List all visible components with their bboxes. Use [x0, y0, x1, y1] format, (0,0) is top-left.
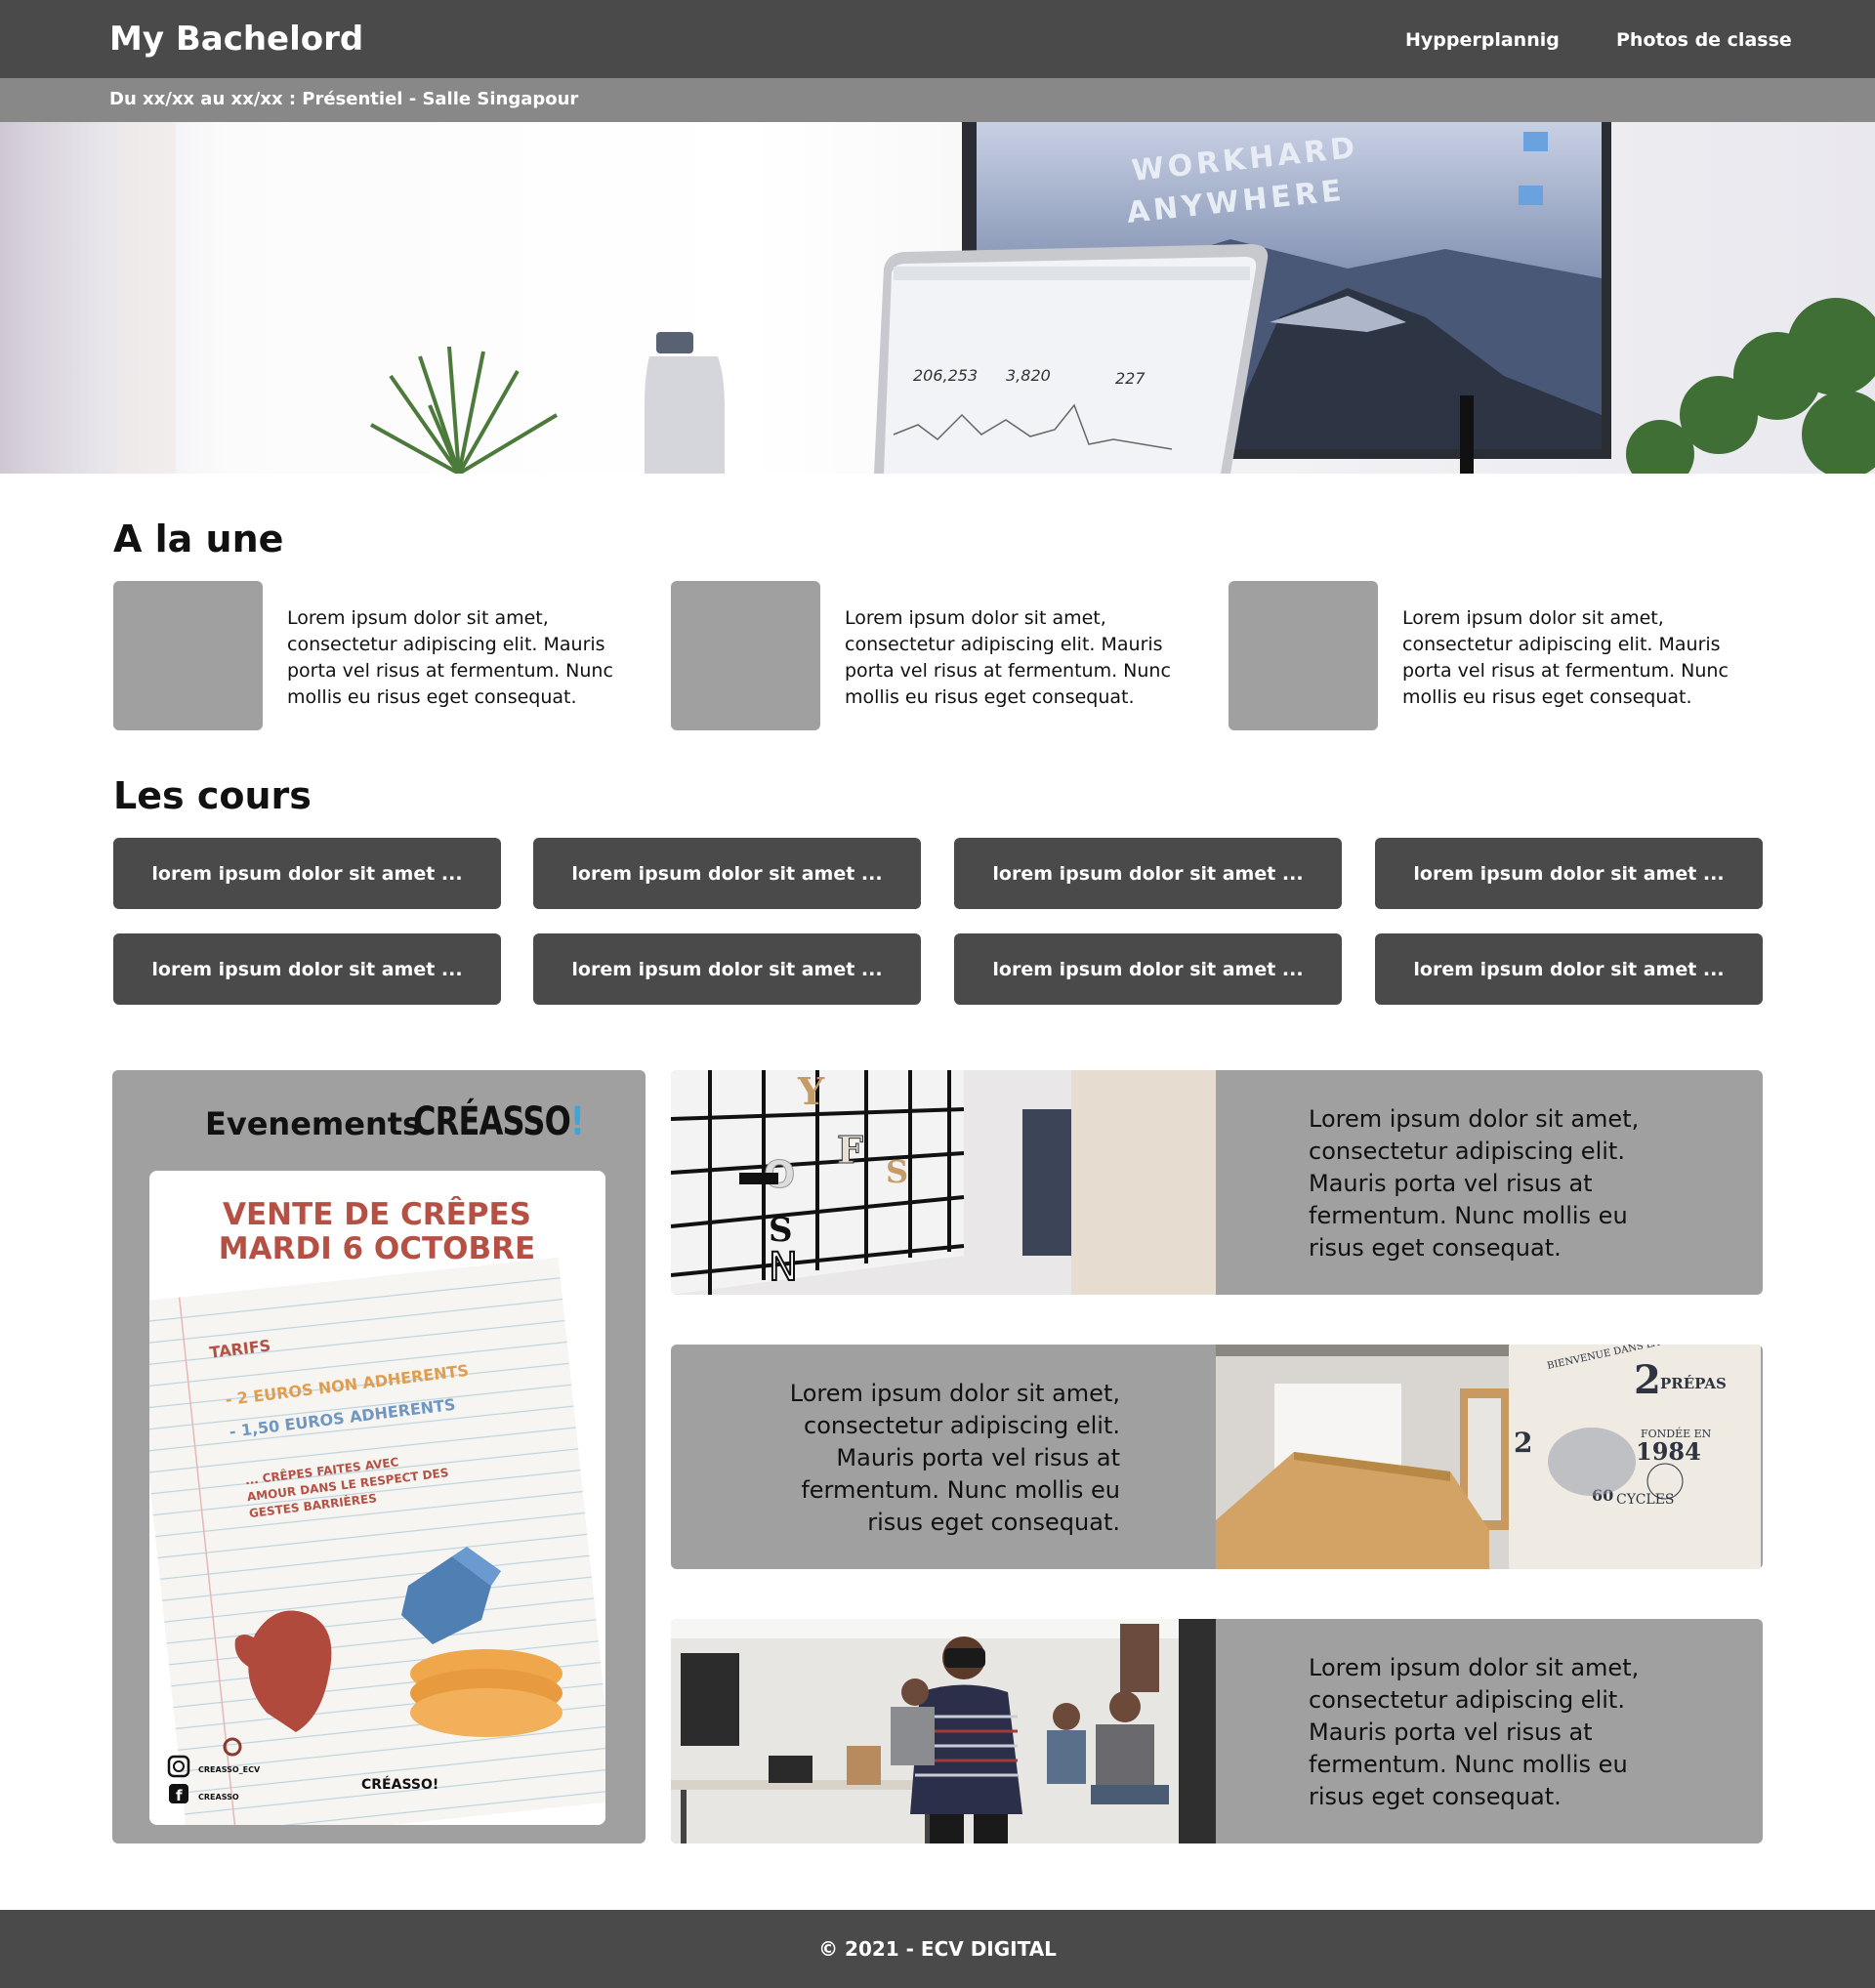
nav-link-photos-de-classe[interactable]: Photos de classe — [1616, 29, 1792, 51]
course-button-6[interactable]: lorem ipsum dolor sit amet ... — [533, 933, 921, 1005]
wall-text-5: CYCLES — [1616, 1492, 1675, 1508]
feature-photo-vr-class — [671, 1619, 1216, 1843]
top-navbar: My Bachelord Hypperplannig Photos de cla… — [0, 0, 1875, 78]
feature-card-3[interactable]: Lorem ipsum dolor sit amet, consectetur … — [671, 1619, 1763, 1843]
news-text-2: Lorem ipsum dolor sit amet, consectetur … — [845, 607, 1171, 708]
hero-workspace-image: WORKHARD ANYWHERE 206,253 3,820 227 — [0, 122, 1875, 474]
course-button-4[interactable]: lorem ipsum dolor sit amet ... — [1375, 838, 1763, 909]
poster-facebook-handle: CREASSO — [198, 1793, 239, 1802]
svg-text:S: S — [769, 1211, 793, 1250]
creasso-logo: CRÉASSO! — [413, 1099, 585, 1144]
poster-instagram-handle: CREASSO_ECV — [198, 1765, 261, 1774]
news-thumbnail-1[interactable] — [113, 581, 263, 730]
session-info-bar: Du xx/xx au xx/xx : Présentiel - Salle S… — [0, 78, 1875, 122]
wall-text-4: 1984 — [1636, 1437, 1701, 1466]
feature-text-2: Lorem ipsum dolor sit amet, consectetur … — [789, 1380, 1120, 1536]
laptop-stat-3: 227 — [1115, 369, 1146, 388]
events-panel: Evenements CRÉASSO! VENTE DE CRÊPES MARD… — [112, 1070, 646, 1843]
laptop-stat-2: 3,820 — [1006, 366, 1051, 385]
svg-text:2: 2 — [1634, 1357, 1661, 1403]
news-text-1: Lorem ipsum dolor sit amet, consectetur … — [287, 607, 613, 708]
news-text-3: Lorem ipsum dolor sit amet, consectetur … — [1402, 607, 1729, 708]
poster-signature: CRÉASSO! — [361, 1776, 438, 1793]
hero-banner: WORKHARD ANYWHERE 206,253 3,820 227 — [0, 122, 1875, 474]
svg-text:N: N — [769, 1245, 798, 1290]
feature-card-2[interactable]: Lorem ipsum dolor sit amet, consectetur … — [671, 1345, 1763, 1569]
events-title: Evenements — [205, 1105, 422, 1142]
nav-link-hyperplanning[interactable]: Hypperplannig — [1405, 29, 1560, 51]
laptop-stat-1: 206,253 — [913, 366, 978, 385]
feature-text-3: Lorem ipsum dolor sit amet, consectetur … — [1309, 1654, 1640, 1810]
svg-text:2: 2 — [1514, 1427, 1532, 1459]
site-brand[interactable]: My Bachelord — [109, 20, 363, 59]
feature-card-1[interactable]: Y F O S S N Lorem ipsum dolor sit amet, … — [671, 1070, 1763, 1295]
svg-text:f: f — [176, 1787, 183, 1804]
course-button-1[interactable]: lorem ipsum dolor sit amet ... — [113, 838, 501, 909]
feature-text-1: Lorem ipsum dolor sit amet, consectetur … — [1309, 1105, 1640, 1262]
footer: © 2021 - ECV DIGITAL — [0, 1910, 1875, 1988]
svg-text:Y: Y — [797, 1070, 825, 1113]
course-button-8[interactable]: lorem ipsum dolor sit amet ... — [1375, 933, 1763, 1005]
footer-copyright: © 2021 - ECV DIGITAL — [818, 1937, 1057, 1961]
course-button-2[interactable]: lorem ipsum dolor sit amet ... — [533, 838, 921, 909]
poster-headline-1: VENTE DE CRÊPES — [223, 1197, 531, 1232]
feature-photo-ecv-wall: BIENVENUE DANS LA 2 PRÉPAS FONDÉE EN 198… — [1216, 1345, 1761, 1569]
session-info-text: Du xx/xx au xx/xx : Présentiel - Salle S… — [109, 89, 579, 109]
courses-section-title: Les cours — [113, 774, 312, 817]
feature-photo-letter-wall: Y F O S S N — [671, 1070, 1216, 1295]
course-button-3[interactable]: lorem ipsum dolor sit amet ... — [954, 838, 1342, 909]
news-thumbnail-2[interactable] — [671, 581, 820, 730]
wall-text-2: PRÉPAS — [1660, 1375, 1727, 1392]
svg-text:S: S — [886, 1153, 908, 1190]
crepes-poster-image: VENTE DE CRÊPES MARDI 6 OCTOBRE TARIFS -… — [149, 1171, 605, 1825]
course-button-5[interactable]: lorem ipsum dolor sit amet ... — [113, 933, 501, 1005]
news-section-title: A la une — [113, 518, 284, 560]
svg-text:F: F — [837, 1128, 863, 1172]
event-poster[interactable]: VENTE DE CRÊPES MARDI 6 OCTOBRE TARIFS -… — [149, 1171, 605, 1825]
course-button-7[interactable]: lorem ipsum dolor sit amet ... — [954, 933, 1342, 1005]
poster-headline-2: MARDI 6 OCTOBRE — [219, 1231, 535, 1266]
news-thumbnail-3[interactable] — [1229, 581, 1378, 730]
